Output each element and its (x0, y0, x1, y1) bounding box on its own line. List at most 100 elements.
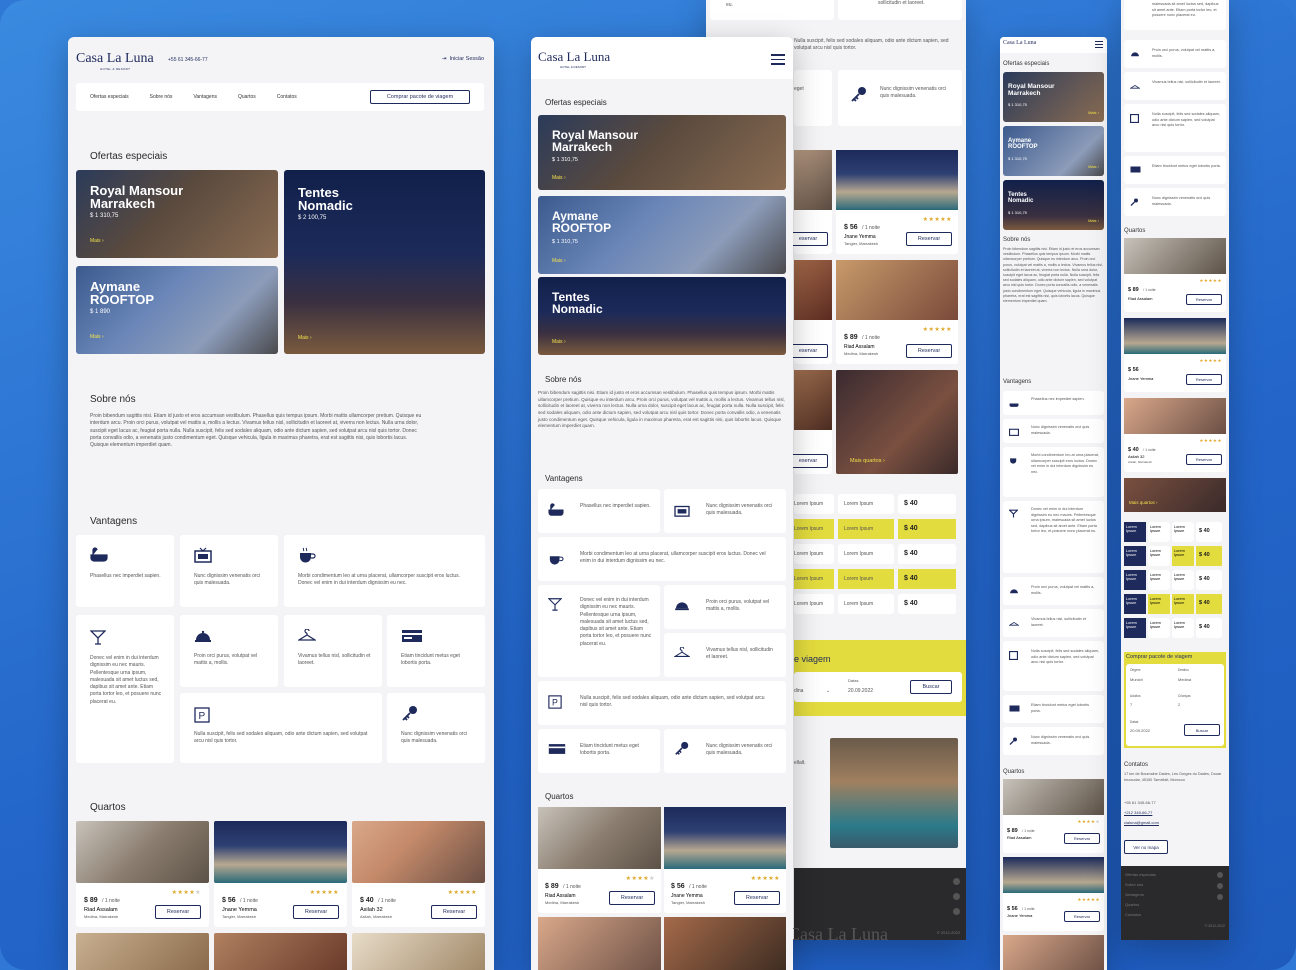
advantages-heading: Vantagens (90, 516, 138, 527)
room-photo (76, 933, 209, 970)
phone-link[interactable]: +212 345-66-77 (1124, 810, 1152, 815)
header: Casa La Luna HOTEL & RESORT +55 61 345-6… (68, 37, 494, 77)
key-icon (1009, 737, 1017, 745)
coffee-cup-icon (549, 556, 564, 565)
svg-text:P: P (199, 711, 206, 722)
advantage-card: Phasellus nec imperdiet sapien. (76, 535, 174, 607)
cocktail-icon (548, 598, 562, 611)
reserve-button[interactable]: Reservar (293, 905, 339, 919)
menu-icon[interactable] (1095, 41, 1103, 48)
advantage-card: Phasellus nec imperdiet sapien. (538, 489, 660, 533)
about-text: Proin bibendum sagittis nisi. Etiam id j… (90, 413, 422, 448)
header: Casa La Luna HOTEL & RESORT (531, 37, 793, 79)
advantage-card: P Nulla suscipit, felis sed sodales aliq… (538, 681, 786, 725)
reserve-button[interactable]: Reservar (906, 344, 952, 358)
email-link[interactable]: cialuna@gmail.com (1124, 820, 1159, 825)
advantage-card: Proin orci purus, volutpat vel mattis a,… (180, 615, 278, 687)
offer-card-aymane[interactable]: Aymane ROOFTOP $ 1 310,75 Mais › (1003, 126, 1104, 176)
buy-package-button[interactable]: Comprar pacote de viagem (370, 90, 470, 104)
cloche-icon (1010, 589, 1018, 594)
card-icon (1009, 705, 1020, 712)
nav-item-rooms[interactable]: Quartos (238, 94, 256, 100)
about-heading: Sobre nós (90, 394, 136, 405)
adults-input[interactable]: 7 (1130, 702, 1132, 708)
date-input[interactable]: 20.09.2022 (1130, 728, 1150, 734)
rooms-heading: Quartos (90, 802, 126, 813)
phone[interactable]: +55 61 345-66-77 (168, 57, 208, 63)
advantage-card: Donec vel enim in dui interdum dignissim… (76, 615, 174, 763)
offer-card-aymane[interactable]: Aymane ROOFTOP $ 1 890 Mais › (76, 266, 278, 354)
search-button[interactable]: Buscar (910, 680, 952, 694)
children-input[interactable]: 2 (1178, 702, 1180, 708)
parking-icon: P (548, 695, 562, 709)
offer-more-link: Mais › (90, 238, 104, 244)
room-card: $ 89 / 1 noite ★★★★★ Riad Assalam Reserv… (1003, 779, 1104, 853)
social-icons (953, 878, 960, 915)
logo[interactable]: Casa La Luna HOTEL & RESORT (538, 49, 610, 69)
room-photo (214, 933, 347, 970)
reserve-button[interactable]: Reservar (906, 232, 952, 246)
advantage-card: Etiam tincidunt metus eget lobortis port… (538, 729, 660, 773)
room-card: $ 89 / 1 noite ★★★★★ Riad Assalam Medina… (836, 260, 958, 364)
room-photo (214, 821, 347, 883)
offer-card-tentes[interactable]: Tentes Nomadic Mais › (538, 277, 786, 355)
nav-item-offers[interactable]: Ofertas especiais (90, 94, 129, 100)
room-card: $ 56 / 1 noite ★★★★★ Jnane Yemma Tangier… (836, 150, 958, 254)
about-text: Proin bibendum sagittis nisi. Etiam id j… (538, 390, 785, 429)
offers-heading: Ofertas especiais (90, 151, 168, 162)
mobile-back-frame: malesuada sit amet luctus sed, dapibus s… (1121, 0, 1229, 940)
tablet-frame: Casa La Luna HOTEL & RESORT Ofertas espe… (531, 37, 793, 970)
reserve-button[interactable]: Reservar (155, 905, 201, 919)
room-card: $ 56 / 1 noite ★★★★★ Jnane Yemma Tangier… (664, 807, 786, 913)
reserve-button[interactable]: Reservar (734, 891, 780, 905)
booking-panel: Comprar pacote de viagem Origem Munich D… (1124, 652, 1226, 748)
nav-item-contacts[interactable]: Contatos (277, 94, 297, 100)
desktop-frame: Casa La Luna HOTEL & RESORT +55 61 345-6… (68, 37, 494, 970)
offer-card-royal-mansour[interactable]: Royal Mansour Marrakech $ 1 310,75 Mais › (538, 115, 786, 190)
room-card: $ 89 / 1 noite ★★★★★ Riad Assalam Medina… (76, 821, 209, 927)
room-card: $ 56 / 1 noite ★★★★★ Jnane Yemma Reserva… (1003, 857, 1104, 931)
more-rooms-card[interactable]: Mais quartos › (1124, 478, 1226, 512)
advantage-card: Nunc dignissim venenatis orci quis males… (664, 489, 786, 533)
map-button[interactable]: Ver no mapa (1124, 840, 1168, 854)
logo[interactable]: Casa La Luna (1003, 40, 1036, 46)
offers-heading: Ofertas especiais (545, 98, 607, 107)
advantage-card: Nunc dignissim venenatis orci quis males… (180, 535, 278, 607)
advantage-card: Vivamus tellus nisl, sollicitudin et lao… (664, 633, 786, 677)
reserve-button[interactable]: Reservar (1186, 454, 1222, 465)
bathtub-icon (90, 547, 108, 562)
offer-card-royal-mansour[interactable]: Royal Mansour Marrakech $ 1 310,75 Mais › (1003, 72, 1104, 122)
reserve-button[interactable]: Reservar (1064, 911, 1100, 922)
reserve-button[interactable]: Reservar (1186, 294, 1222, 305)
room-card: eservar (788, 260, 832, 364)
reserve-button[interactable]: Reservar (431, 905, 477, 919)
menu-icon[interactable] (771, 54, 785, 65)
advantage-card: Etiam tincidunt metus eget lobortis port… (387, 615, 485, 687)
login-link[interactable]: ⇥ Iniciar Sessão (442, 56, 484, 62)
advantage-card: Nunc dignissim venenatis orci quis males… (387, 693, 485, 763)
destination-select[interactable]: Medina (1178, 677, 1191, 683)
offer-card-tentes[interactable]: Tentes Nomadic $ 1 310,75 Mais › (1003, 180, 1104, 230)
reserve-button[interactable]: Reservar (1186, 374, 1222, 385)
search-button[interactable]: Buscar (1184, 724, 1220, 736)
room-photo (352, 821, 485, 883)
hanger-icon (1009, 621, 1019, 626)
reserve-button[interactable]: Reservar (609, 891, 655, 905)
room-photo (76, 821, 209, 883)
nav-item-advantages[interactable]: Vantagens (193, 94, 217, 100)
advantage-card: Morbi condimentum leo at urna placerat, … (284, 535, 485, 607)
price-table: Lorem Ipsum Lorem Ipsum Lorem Ipsum $ 40 Lo… (1124, 522, 1226, 638)
logo[interactable]: Casa La Luna HOTEL & RESORT (76, 51, 154, 71)
footer: Ofertas especiais Sobre nós Vantagens Qu… (1121, 866, 1229, 940)
nav-bar: Ofertas especiais Sobre nós Vantagens Qu… (76, 83, 484, 111)
more-rooms-card[interactable]: Mais quartos › (836, 370, 958, 474)
offer-card-aymane[interactable]: Aymane ROOFTOP $ 1 310,75 Mais › (538, 196, 786, 274)
nav-item-about[interactable]: Sobre nós (150, 94, 173, 100)
social-icons (1217, 872, 1223, 900)
offer-card-royal-mansour[interactable]: Royal Mansour Marrakech $ 1 310,75 Mais › (76, 170, 278, 258)
origin-select[interactable]: Munich (1130, 677, 1143, 683)
offer-card-tentes[interactable]: Tentes Nomadic $ 2 100,75 Mais › (284, 170, 485, 354)
footer: Casa La Luna © 2012-2022 (788, 868, 966, 940)
reserve-button[interactable]: Reservar (1064, 833, 1100, 844)
room-card: $ 40 / 1 noite ★★★★★ Asilah 32 Asilah, M… (352, 821, 485, 927)
